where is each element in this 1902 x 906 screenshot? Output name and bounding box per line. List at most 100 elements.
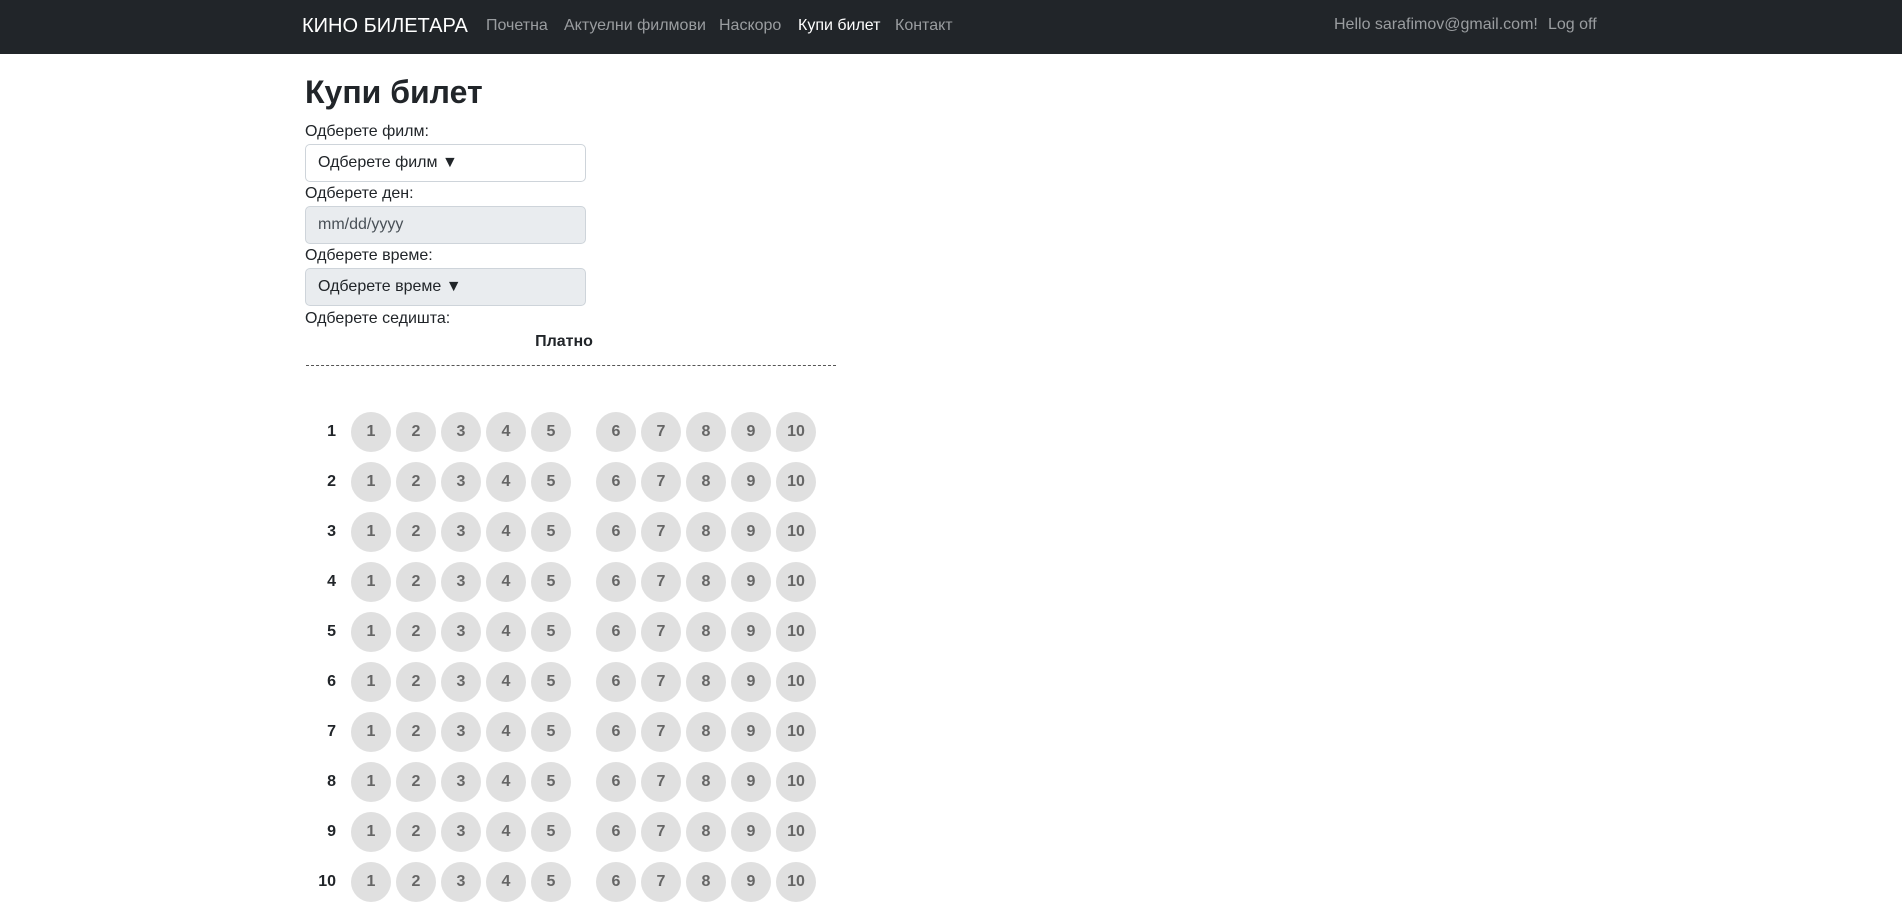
seat-button[interactable]: 7: [641, 462, 681, 502]
seat-button[interactable]: 2: [396, 762, 436, 802]
seat-button[interactable]: 1: [351, 462, 391, 502]
seat-button[interactable]: 6: [596, 462, 636, 502]
seat-button[interactable]: 3: [441, 812, 481, 852]
seat-button[interactable]: 4: [486, 562, 526, 602]
seat-button[interactable]: 2: [396, 412, 436, 452]
seat-button[interactable]: 2: [396, 712, 436, 752]
seat-button[interactable]: 7: [641, 512, 681, 552]
seat-button[interactable]: 2: [396, 662, 436, 702]
seat-button[interactable]: 3: [441, 762, 481, 802]
seat-button[interactable]: 7: [641, 562, 681, 602]
seat-button[interactable]: 10: [776, 762, 816, 802]
nav-link-home[interactable]: Почетна: [486, 17, 548, 35]
seat-button[interactable]: 10: [776, 512, 816, 552]
seat-button[interactable]: 10: [776, 862, 816, 902]
seat-button[interactable]: 8: [686, 862, 726, 902]
seat-button[interactable]: 4: [486, 762, 526, 802]
seat-button[interactable]: 7: [641, 612, 681, 652]
nav-link-buy-ticket[interactable]: Купи билет: [798, 17, 881, 35]
seat-button[interactable]: 8: [686, 512, 726, 552]
nav-link-contact[interactable]: Контакт: [895, 17, 953, 35]
seat-button[interactable]: 6: [596, 862, 636, 902]
seat-button[interactable]: 9: [731, 862, 771, 902]
seat-button[interactable]: 6: [596, 762, 636, 802]
seat-button[interactable]: 7: [641, 662, 681, 702]
seat-button[interactable]: 5: [531, 862, 571, 902]
seat-button[interactable]: 8: [686, 612, 726, 652]
seat-button[interactable]: 6: [596, 812, 636, 852]
logoff-link[interactable]: Log off: [1548, 16, 1597, 34]
seat-button[interactable]: 9: [731, 662, 771, 702]
seat-button[interactable]: 9: [731, 712, 771, 752]
seat-button[interactable]: 8: [686, 812, 726, 852]
seat-button[interactable]: 1: [351, 712, 391, 752]
seat-button[interactable]: 10: [776, 712, 816, 752]
seat-button[interactable]: 4: [486, 512, 526, 552]
brand-logo-link[interactable]: КИНО БИЛЕТАРА: [302, 15, 468, 38]
seat-button[interactable]: 2: [396, 562, 436, 602]
seat-button[interactable]: 6: [596, 612, 636, 652]
time-select[interactable]: Одберете време ▼: [305, 268, 586, 306]
seat-button[interactable]: 2: [396, 862, 436, 902]
seat-button[interactable]: 1: [351, 512, 391, 552]
seat-button[interactable]: 2: [396, 512, 436, 552]
seat-button[interactable]: 8: [686, 662, 726, 702]
day-input[interactable]: mm/dd/yyyy: [305, 206, 586, 244]
seat-button[interactable]: 4: [486, 812, 526, 852]
seat-button[interactable]: 9: [731, 462, 771, 502]
seat-button[interactable]: 4: [486, 412, 526, 452]
seat-button[interactable]: 5: [531, 512, 571, 552]
seat-button[interactable]: 8: [686, 762, 726, 802]
seat-button[interactable]: 3: [441, 412, 481, 452]
seat-button[interactable]: 6: [596, 512, 636, 552]
seat-button[interactable]: 5: [531, 412, 571, 452]
seat-button[interactable]: 7: [641, 712, 681, 752]
seat-button[interactable]: 3: [441, 512, 481, 552]
seat-button[interactable]: 6: [596, 712, 636, 752]
seat-button[interactable]: 5: [531, 562, 571, 602]
seat-button[interactable]: 9: [731, 412, 771, 452]
seat-button[interactable]: 1: [351, 612, 391, 652]
seat-button[interactable]: 6: [596, 562, 636, 602]
seat-button[interactable]: 1: [351, 562, 391, 602]
seat-button[interactable]: 9: [731, 512, 771, 552]
seat-button[interactable]: 4: [486, 712, 526, 752]
seat-button[interactable]: 8: [686, 462, 726, 502]
seat-button[interactable]: 10: [776, 462, 816, 502]
seat-button[interactable]: 6: [596, 412, 636, 452]
seat-button[interactable]: 5: [531, 612, 571, 652]
seat-button[interactable]: 2: [396, 612, 436, 652]
seat-button[interactable]: 4: [486, 862, 526, 902]
seat-button[interactable]: 5: [531, 662, 571, 702]
user-greeting-link[interactable]: Hello sarafimov@gmail.com!: [1334, 16, 1538, 34]
seat-button[interactable]: 5: [531, 762, 571, 802]
seat-button[interactable]: 3: [441, 862, 481, 902]
seat-button[interactable]: 7: [641, 762, 681, 802]
movie-select[interactable]: Одберете филм ▼: [305, 144, 586, 182]
seat-button[interactable]: 4: [486, 612, 526, 652]
seat-button[interactable]: 10: [776, 662, 816, 702]
seat-button[interactable]: 3: [441, 562, 481, 602]
seat-button[interactable]: 5: [531, 812, 571, 852]
seat-button[interactable]: 1: [351, 412, 391, 452]
seat-button[interactable]: 2: [396, 812, 436, 852]
seat-button[interactable]: 5: [531, 462, 571, 502]
seat-button[interactable]: 9: [731, 812, 771, 852]
seat-button[interactable]: 9: [731, 562, 771, 602]
seat-button[interactable]: 3: [441, 712, 481, 752]
nav-link-coming-soon[interactable]: Наскоро: [719, 17, 781, 35]
nav-link-current-movies[interactable]: Актуелни филмови: [564, 17, 706, 35]
seat-button[interactable]: 1: [351, 662, 391, 702]
seat-button[interactable]: 9: [731, 762, 771, 802]
seat-button[interactable]: 4: [486, 662, 526, 702]
seat-button[interactable]: 8: [686, 412, 726, 452]
seat-button[interactable]: 10: [776, 612, 816, 652]
seat-button[interactable]: 3: [441, 462, 481, 502]
seat-button[interactable]: 10: [776, 812, 816, 852]
seat-button[interactable]: 6: [596, 662, 636, 702]
seat-button[interactable]: 2: [396, 462, 436, 502]
seat-button[interactable]: 7: [641, 862, 681, 902]
seat-button[interactable]: 8: [686, 712, 726, 752]
seat-button[interactable]: 1: [351, 862, 391, 902]
seat-button[interactable]: 3: [441, 662, 481, 702]
